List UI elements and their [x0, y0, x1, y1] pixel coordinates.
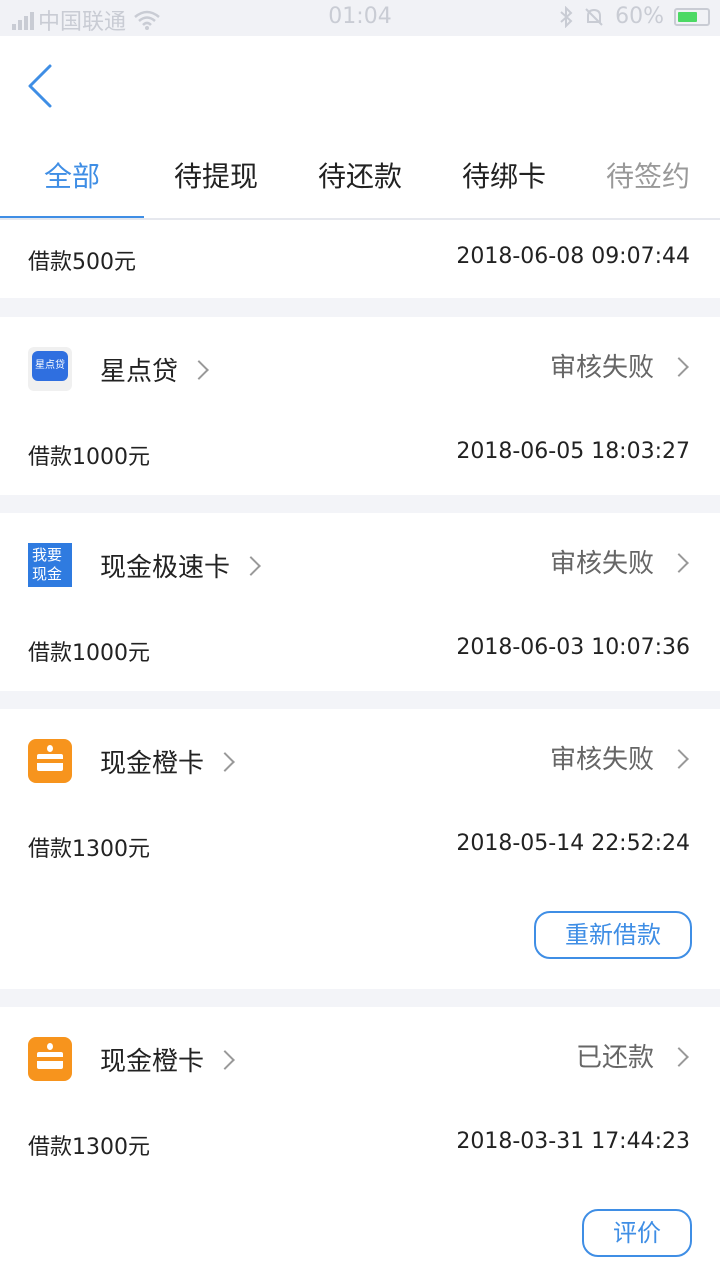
- lender-name: 现金极速卡: [100, 552, 231, 583]
- lender-link[interactable]: 现金橙卡: [28, 739, 235, 783]
- loan-time: 2018-06-08 09:07:44: [456, 244, 690, 269]
- battery-percent: 60%: [615, 4, 664, 29]
- bluetooth-icon: [560, 5, 573, 28]
- mute-bell-icon: [585, 7, 603, 26]
- orange-card-logo-icon: [28, 1037, 72, 1081]
- logo-label: 我要现金: [32, 546, 63, 583]
- tab-bar: 全部 待提现 待还款 待绑卡 待签约: [0, 136, 720, 220]
- reborrow-button[interactable]: 重新借款: [534, 911, 692, 959]
- lender-name: 现金橙卡: [100, 748, 205, 779]
- logo-label: 星点贷: [32, 351, 68, 381]
- status-label: 审核失败: [549, 549, 654, 579]
- loan-time: 2018-06-03 10:07:36: [456, 635, 690, 660]
- status-label: 审核失败: [549, 353, 654, 383]
- record-card[interactable]: 我要现金 现金极速卡 审核失败 借款1000元 2018-06-03 10:07…: [0, 513, 720, 691]
- record-card[interactable]: 星点贷 星点贷 审核失败 借款1000元 2018-06-05 18:03:27: [0, 317, 720, 495]
- chevron-right-icon: [241, 556, 261, 576]
- tab-pending-bind-card[interactable]: 待绑卡: [432, 136, 576, 218]
- status-link[interactable]: 审核失败: [549, 543, 689, 580]
- loan-amount: 借款500元: [28, 250, 136, 275]
- evaluate-button[interactable]: 评价: [582, 1209, 692, 1257]
- record-card[interactable]: 现金橙卡 审核失败 借款1300元 2018-05-14 22:52:24 重新…: [0, 709, 720, 989]
- tab-pending-repay[interactable]: 待还款: [288, 136, 432, 218]
- xingdiandai-logo-icon: 星点贷: [28, 347, 72, 391]
- battery-icon: [674, 7, 710, 26]
- status-link[interactable]: 已还款: [575, 1037, 689, 1074]
- back-button[interactable]: [22, 62, 62, 110]
- loan-time: 2018-05-14 22:52:24: [456, 831, 690, 856]
- status-link[interactable]: 审核失败: [549, 347, 689, 384]
- tab-all[interactable]: 全部: [0, 136, 144, 218]
- status-bar: 中国联通 01:04 60%: [0, 0, 720, 36]
- loan-amount: 借款1000元: [28, 445, 150, 470]
- chevron-right-icon: [669, 1046, 689, 1067]
- chevron-right-icon: [215, 1050, 235, 1070]
- orange-card-logo-icon: [28, 739, 72, 783]
- wo-yao-xianjin-logo-icon: 我要现金: [28, 543, 72, 587]
- lender-name: 星点贷: [100, 356, 179, 387]
- loan-time: 2018-03-31 17:44:23: [456, 1129, 690, 1154]
- lender-name: 现金橙卡: [100, 1046, 205, 1077]
- lender-link[interactable]: 星点贷 星点贷: [28, 347, 209, 391]
- tab-pending-withdraw[interactable]: 待提现: [144, 136, 288, 218]
- status-label: 审核失败: [549, 745, 654, 775]
- lender-link[interactable]: 现金橙卡: [28, 1037, 235, 1081]
- loan-amount: 借款1000元: [28, 641, 150, 666]
- tab-pending-sign[interactable]: 待签约: [576, 136, 720, 218]
- chevron-right-icon: [669, 748, 689, 769]
- loan-time: 2018-06-05 18:03:27: [456, 439, 690, 464]
- loan-amount: 借款1300元: [28, 837, 150, 862]
- header: [0, 36, 720, 136]
- chevron-right-icon: [669, 356, 689, 377]
- status-label: 已还款: [575, 1043, 654, 1073]
- record-card[interactable]: 现金橙卡 已还款 借款1300元 2018-03-31 17:44:23 评价: [0, 1007, 720, 1280]
- lender-link[interactable]: 我要现金 现金极速卡: [28, 543, 261, 587]
- status-right: 60%: [559, 4, 710, 29]
- loan-amount: 借款1300元: [28, 1135, 150, 1160]
- status-link[interactable]: 审核失败: [549, 739, 689, 776]
- record-card-partial[interactable]: 借款500元 2018-06-08 09:07:44: [0, 220, 720, 298]
- chevron-right-icon: [189, 360, 209, 380]
- chevron-right-icon: [669, 552, 689, 573]
- chevron-right-icon: [215, 752, 235, 772]
